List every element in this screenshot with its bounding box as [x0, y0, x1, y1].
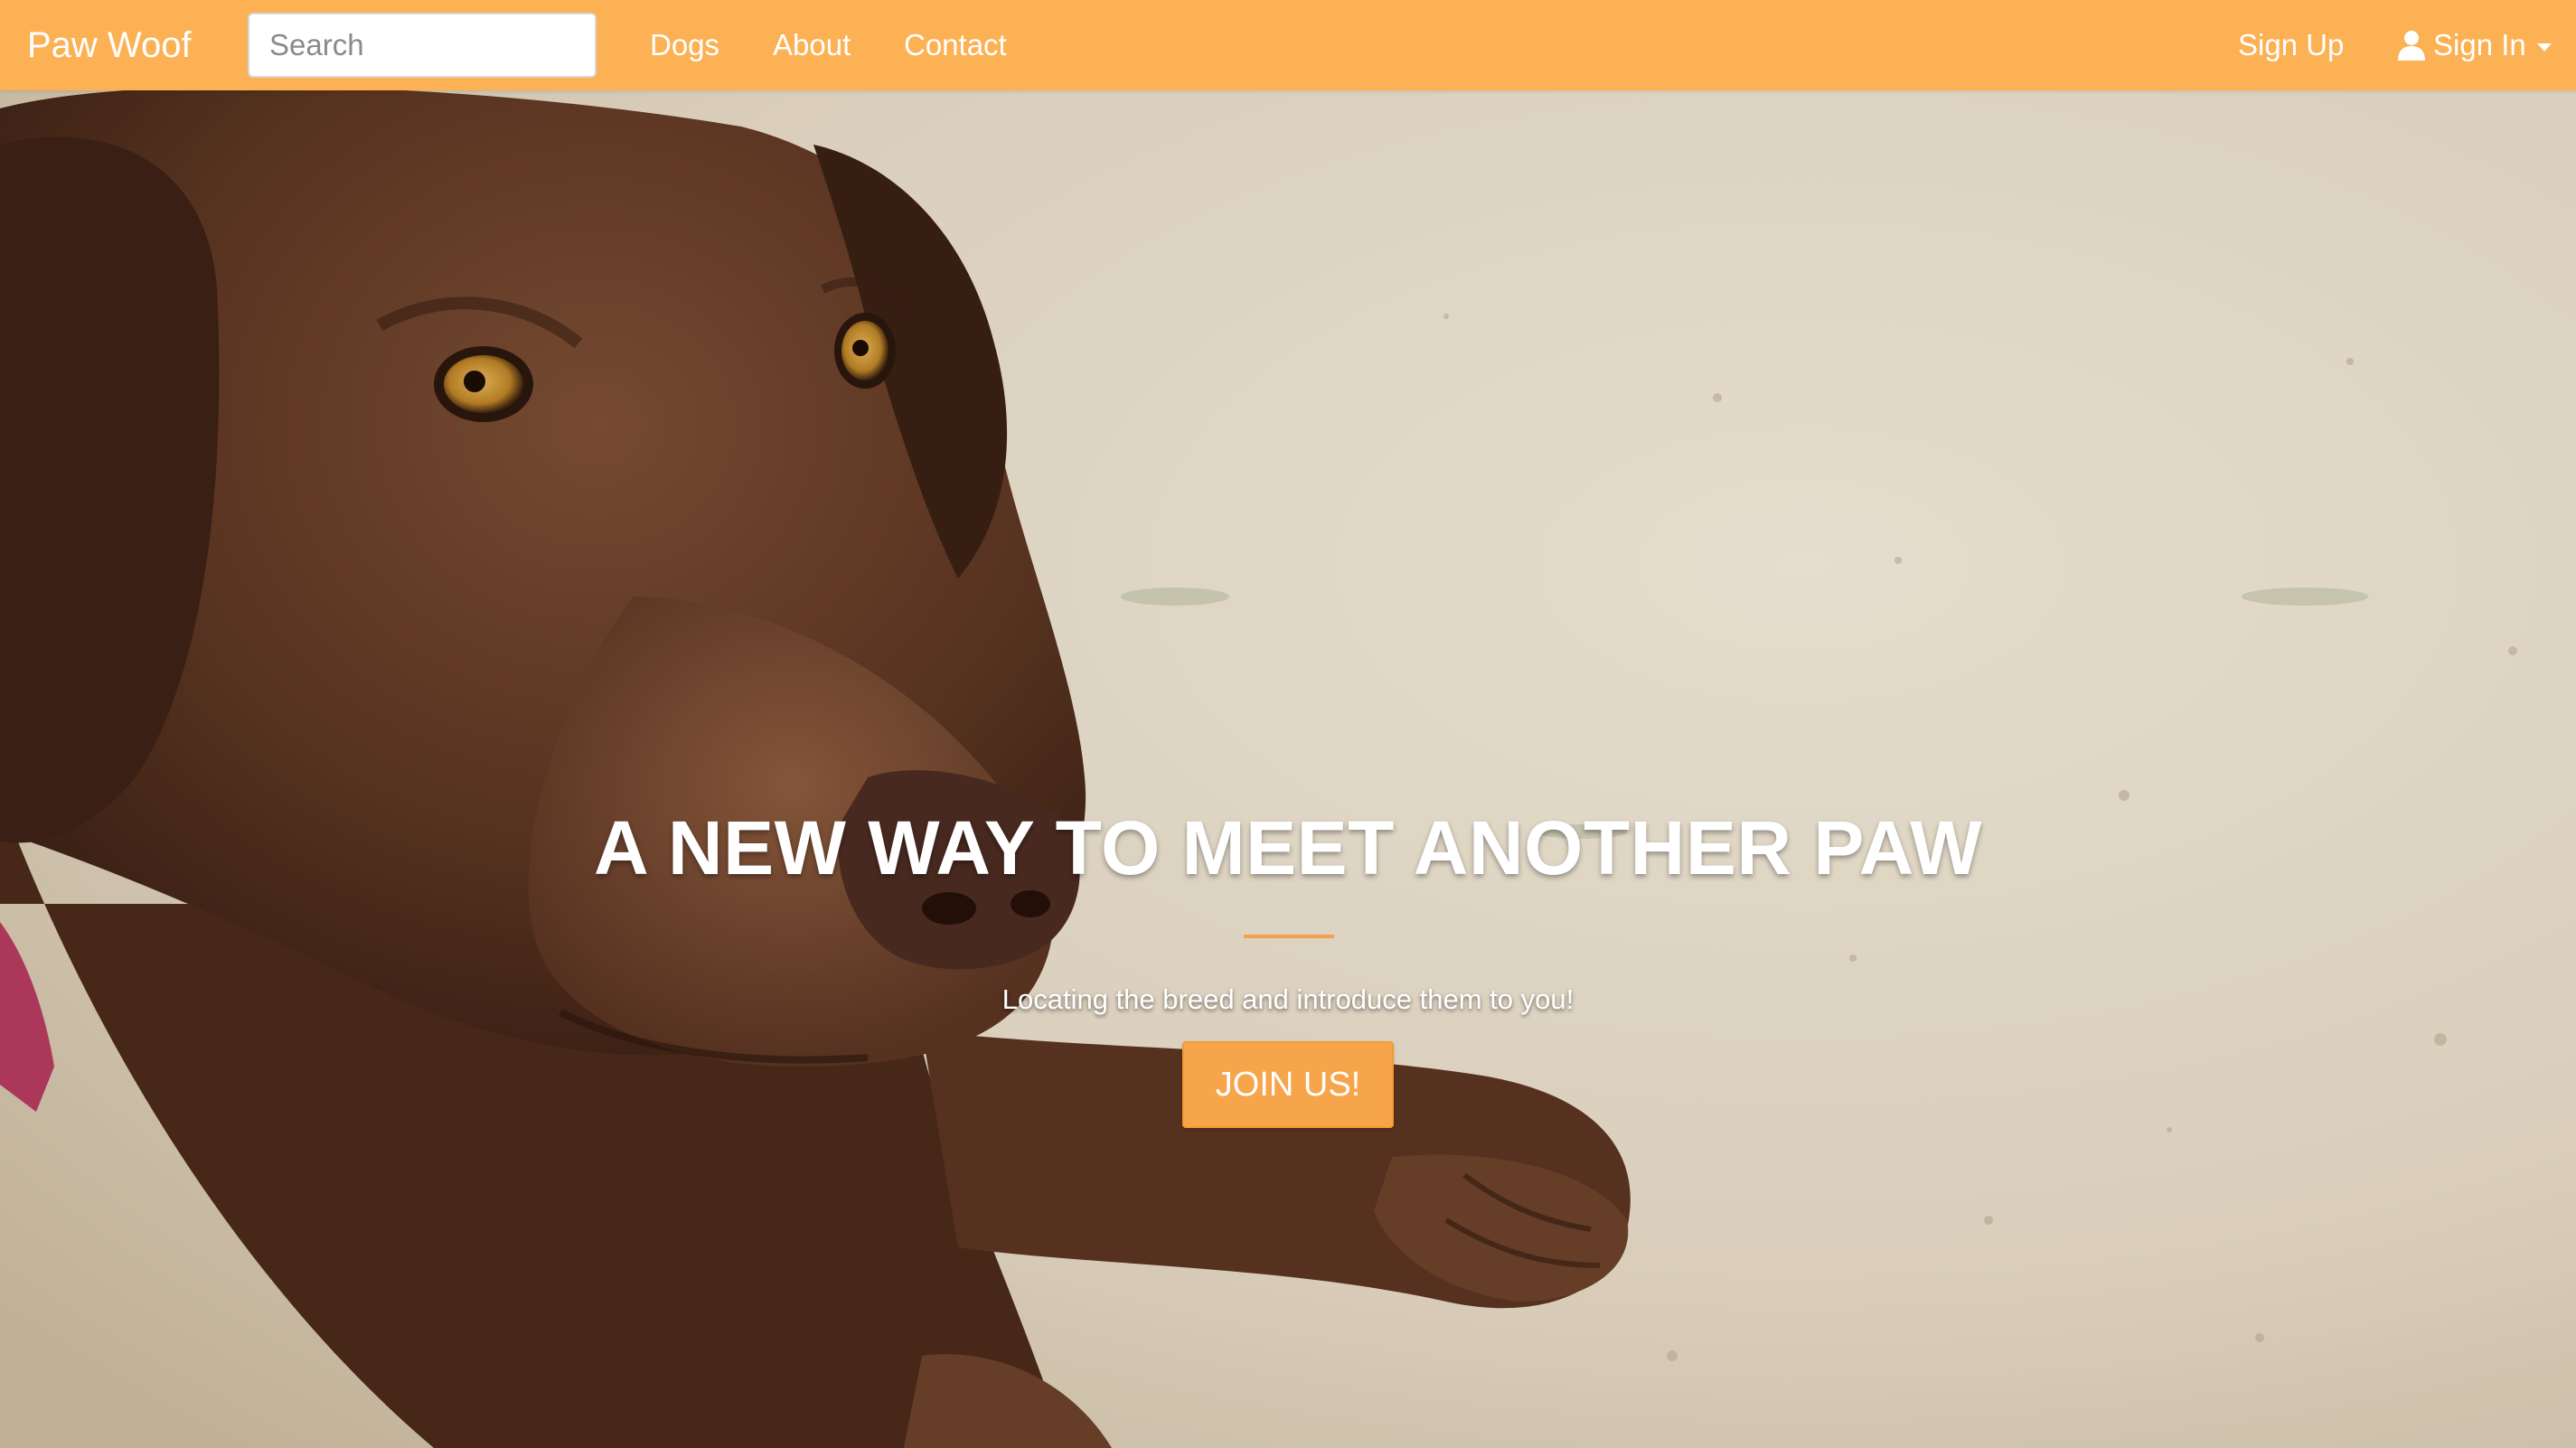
sign-up-link[interactable]: Sign Up: [2238, 22, 2344, 69]
user-icon: [2398, 31, 2425, 61]
hero-divider: [1244, 935, 1334, 938]
hero-subtitle: Locating the breed and introduce them to…: [1001, 983, 1575, 1015]
navbar: Paw Woof Dogs About Contact Sign Up Sign…: [0, 0, 2576, 90]
hero-title: A NEW WAY TO MEET ANOTHER PAW: [594, 805, 1982, 890]
sign-in-label: Sign In: [2433, 28, 2526, 61]
search-input[interactable]: [248, 13, 597, 78]
nav-link-dogs[interactable]: Dogs: [650, 22, 719, 69]
join-us-button[interactable]: JOIN US!: [1182, 1041, 1394, 1128]
caret-down-icon: [2536, 42, 2552, 52]
hero-background-image: [0, 90, 2576, 1448]
brand-logo[interactable]: Paw Woof: [27, 20, 192, 71]
nav-link-about[interactable]: About: [773, 22, 851, 69]
sign-in-dropdown[interactable]: Sign In: [2397, 22, 2552, 69]
hero-section: A NEW WAY TO MEET ANOTHER PAW Locating t…: [0, 90, 2576, 1448]
nav-link-contact[interactable]: Contact: [904, 22, 1007, 69]
